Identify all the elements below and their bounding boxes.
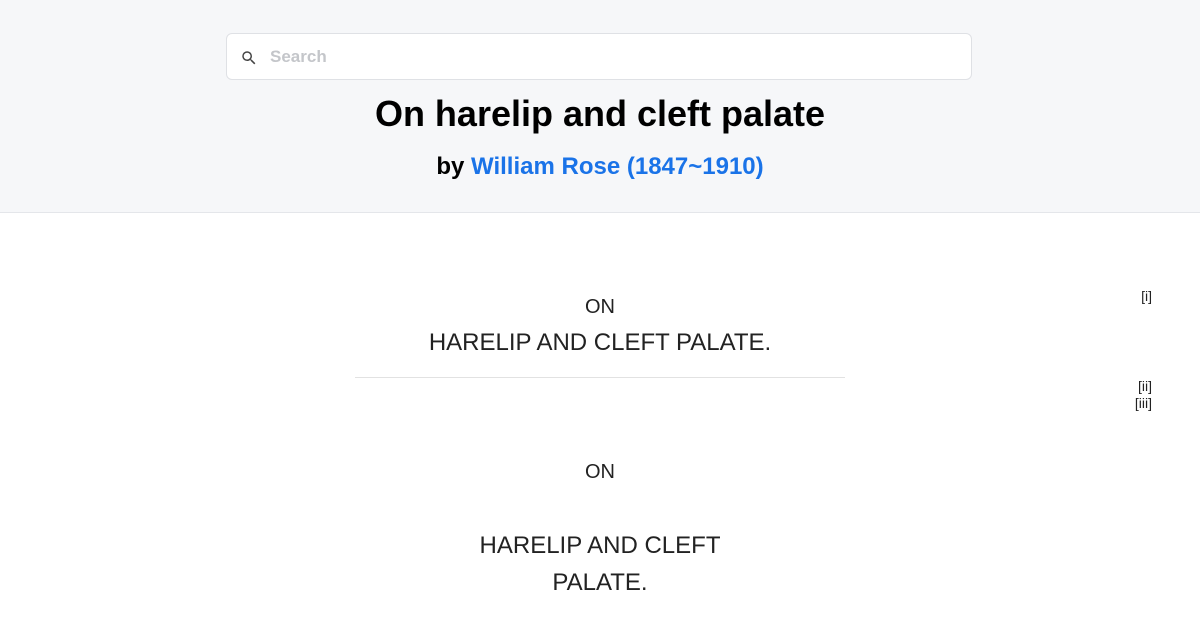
search-bar[interactable] xyxy=(226,33,972,80)
title-page-on: ON xyxy=(585,461,615,483)
title-page-line-2: PALATE. xyxy=(552,569,648,596)
by-label: by xyxy=(436,153,465,180)
search-icon[interactable] xyxy=(240,49,258,67)
half-title: HARELIP AND CLEFT PALATE. xyxy=(428,329,772,356)
search-input[interactable] xyxy=(270,34,960,79)
title-page-line-1: HARELIP AND CLEFT xyxy=(479,532,721,559)
page-marker-iii[interactable]: [iii] xyxy=(1135,395,1152,412)
author-link[interactable]: William Rose (1847~1910) xyxy=(471,153,764,180)
header: On harelip and cleft palate by William R… xyxy=(0,0,1200,213)
page-marker-i[interactable]: [i] xyxy=(1141,288,1152,305)
page-marker-ii[interactable]: [ii] xyxy=(1138,378,1152,395)
half-title-on: ON xyxy=(585,296,615,318)
book-title: On harelip and cleft palate xyxy=(374,93,826,134)
page-divider xyxy=(355,377,845,378)
byline: by William Rose (1847~1910) xyxy=(0,151,1200,183)
